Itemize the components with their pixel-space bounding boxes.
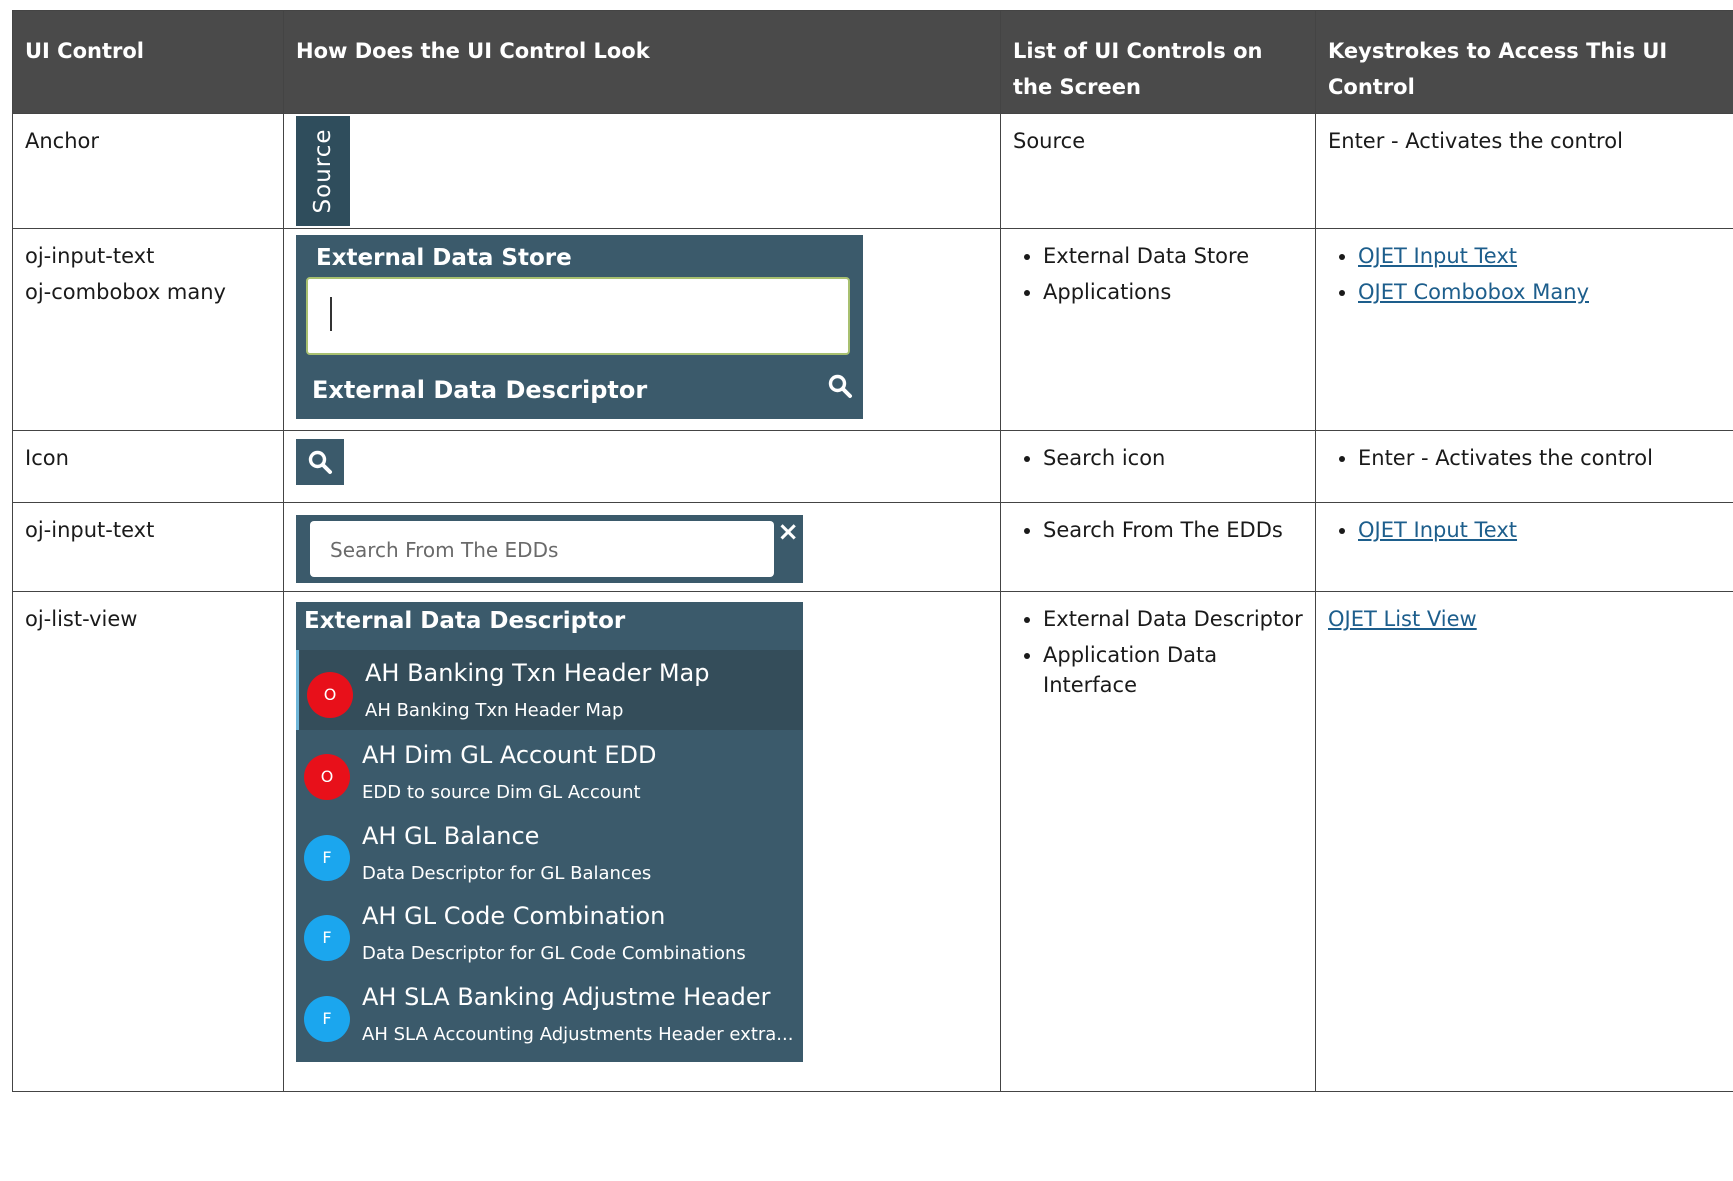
control-name-1: oj-input-text (25, 244, 155, 268)
list-item: Search icon (1043, 443, 1303, 473)
control-name: oj-list-view (12, 591, 284, 1092)
text-caret (330, 297, 332, 331)
list-item: Application Data Interface (1043, 640, 1303, 700)
search-edd-placeholder: Search From The EDDs (330, 538, 559, 562)
list-item-subtitle: Data Descriptor for GL Code Combinations (362, 943, 746, 964)
control-name: oj-input-text oj-combobox many (12, 228, 284, 431)
list-item: Applications (1043, 277, 1303, 307)
source-anchor-label: Source (310, 128, 336, 214)
search-icon (308, 450, 332, 474)
external-data-descriptor-label: External Data Descriptor (312, 376, 648, 404)
control-visual: Search From The EDDs × (283, 502, 1001, 592)
header-list: List of UI Controls on the Screen (1000, 10, 1316, 114)
list-item[interactable]: F AH GL Code Combination Data Descriptor… (296, 893, 803, 973)
ui-controls-table: UI Control How Does the UI Control Look … (12, 10, 1733, 1092)
list-item: Enter - Activates the control (1358, 443, 1733, 473)
list-item: External Data Descriptor (1043, 604, 1303, 634)
badge-icon: O (304, 754, 350, 800)
external-data-store-panel: External Data Store External Data Descri… (296, 235, 863, 419)
header-look: How Does the UI Control Look (283, 10, 1001, 114)
control-name-2: oj-combobox many (25, 280, 226, 304)
close-icon[interactable]: × (777, 517, 799, 547)
control-keystroke: OJET Input Text OJET Combobox Many (1315, 228, 1733, 431)
list-item-subtitle: AH Banking Txn Header Map (365, 700, 624, 721)
external-data-store-label: External Data Store (316, 245, 572, 271)
ojet-list-view-link[interactable]: OJET List View (1328, 607, 1477, 631)
badge-icon: F (304, 915, 350, 961)
list-item: OJET Input Text (1358, 241, 1733, 271)
control-visual: External Data Descriptor O AH Banking Tx… (283, 591, 1001, 1092)
list-item: OJET Input Text (1358, 515, 1733, 545)
list-item-title: AH Dim GL Account EDD (362, 741, 657, 769)
control-name: Anchor (12, 113, 284, 229)
control-keystroke: Enter - Activates the control (1315, 113, 1733, 229)
table-row: oj-input-text Search From The EDDs × Sea… (12, 502, 1733, 592)
list-item[interactable]: O AH Banking Txn Header Map AH Banking T… (296, 650, 803, 730)
header-ui-control: UI Control (12, 10, 284, 114)
search-icon[interactable] (827, 373, 853, 399)
control-list: Source (1000, 113, 1316, 229)
ojet-combobox-many-link[interactable]: OJET Combobox Many (1358, 280, 1589, 304)
list-item-title: AH SLA Banking Adjustme Header (362, 983, 771, 1011)
list-item[interactable]: F AH GL Balance Data Descriptor for GL B… (296, 813, 803, 893)
table-row: Anchor Source Source Enter - Activates t… (12, 113, 1733, 229)
list-item: Search From The EDDs (1043, 515, 1303, 545)
list-item-title: AH Banking Txn Header Map (365, 659, 710, 687)
external-data-store-input[interactable] (306, 277, 850, 355)
badge-icon: O (307, 672, 353, 718)
control-list: Search From The EDDs (1000, 502, 1316, 592)
header-keystrokes: Keystrokes to Access This UI Control (1315, 10, 1733, 114)
control-keystroke: Enter - Activates the control (1315, 430, 1733, 503)
badge-icon: F (304, 996, 350, 1042)
list-view-header: External Data Descriptor (304, 608, 626, 634)
edd-list-view: External Data Descriptor O AH Banking Tx… (296, 602, 803, 1062)
badge-icon: F (304, 835, 350, 881)
control-visual: Source (283, 113, 1001, 229)
control-visual (283, 430, 1001, 503)
control-list: Search icon (1000, 430, 1316, 503)
control-keystroke: OJET Input Text (1315, 502, 1733, 592)
list-item-title: AH GL Balance (362, 822, 540, 850)
list-item: External Data Store (1043, 241, 1303, 271)
search-edd-input[interactable]: Search From The EDDs (310, 521, 774, 577)
control-keystroke: OJET List View (1315, 591, 1733, 1092)
table-row: Icon Search icon Enter - Activates the c… (12, 430, 1733, 503)
table-row: oj-input-text oj-combobox many External … (12, 228, 1733, 431)
control-visual: External Data Store External Data Descri… (283, 228, 1001, 431)
ojet-input-text-link[interactable]: OJET Input Text (1358, 244, 1517, 268)
list-item-subtitle: EDD to source Dim GL Account (362, 782, 641, 803)
source-anchor[interactable]: Source (296, 116, 350, 226)
control-list: External Data Store Applications (1000, 228, 1316, 431)
list-item[interactable]: O AH Dim GL Account EDD EDD to source Di… (296, 732, 803, 812)
list-item-title: AH GL Code Combination (362, 902, 666, 930)
table-row: oj-list-view External Data Descriptor O … (12, 591, 1733, 1092)
search-button[interactable] (296, 439, 344, 485)
control-name: oj-input-text (12, 502, 284, 592)
list-item-subtitle: AH SLA Accounting Adjustments Header ext… (362, 1024, 794, 1045)
list-item: OJET Combobox Many (1358, 277, 1733, 307)
list-item-subtitle: Data Descriptor for GL Balances (362, 863, 652, 884)
header-row: UI Control How Does the UI Control Look … (12, 10, 1733, 114)
control-name: Icon (12, 430, 284, 503)
ojet-input-text-link[interactable]: OJET Input Text (1358, 518, 1517, 542)
list-item[interactable]: F AH SLA Banking Adjustme Header AH SLA … (296, 974, 803, 1054)
control-list: External Data Descriptor Application Dat… (1000, 591, 1316, 1092)
search-edd-panel: Search From The EDDs × (296, 515, 803, 583)
